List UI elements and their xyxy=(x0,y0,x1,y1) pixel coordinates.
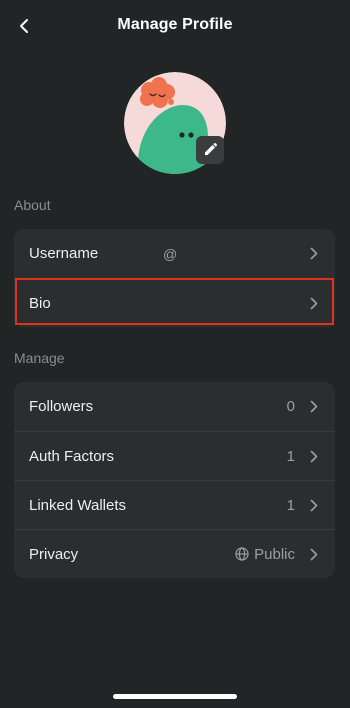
row-label: Bio xyxy=(29,294,51,312)
chevron-right-icon xyxy=(309,296,319,310)
home-indicator xyxy=(113,694,237,699)
username-value: @ xyxy=(163,245,178,262)
row-value xyxy=(300,247,319,261)
manage-card: Followers 0 Auth Factors 1 Linked Wallet… xyxy=(14,382,335,578)
row-value: 1 xyxy=(287,497,319,514)
followers-count: 0 xyxy=(286,398,295,415)
row-value xyxy=(300,296,319,310)
row-privacy[interactable]: Privacy Public xyxy=(14,529,335,578)
chevron-right-icon xyxy=(309,400,319,414)
row-username[interactable]: Username @ xyxy=(14,229,335,278)
chevron-right-icon xyxy=(309,247,319,261)
row-label: Username xyxy=(29,245,99,262)
row-linked-wallets[interactable]: Linked Wallets 1 xyxy=(14,480,335,529)
header-bar: Manage Profile xyxy=(0,0,350,52)
pencil-icon xyxy=(205,143,217,155)
globe-icon xyxy=(235,547,249,561)
row-followers[interactable]: Followers 0 xyxy=(14,382,335,431)
privacy-value: Public xyxy=(254,545,295,563)
row-label: Followers xyxy=(29,398,94,415)
row-value: 1 xyxy=(287,448,319,465)
row-label: Auth Factors xyxy=(29,447,115,465)
section-label-manage: Manage xyxy=(14,350,65,366)
page-title: Manage Profile xyxy=(117,16,233,33)
chevron-right-icon xyxy=(309,449,319,463)
linked-wallets-count: 1 xyxy=(286,496,295,514)
auth-factors-count: 1 xyxy=(286,447,295,465)
chevron-right-icon xyxy=(309,547,319,561)
row-label: Privacy xyxy=(29,545,79,563)
row-value: 0 xyxy=(287,398,319,415)
row-label: Linked Wallets xyxy=(29,496,126,514)
about-card: Username @ Bio xyxy=(14,229,335,327)
row-bio[interactable]: Bio xyxy=(14,278,335,327)
edit-avatar-button[interactable] xyxy=(196,136,224,164)
row-value: Public xyxy=(235,546,319,563)
section-label-about: About xyxy=(14,197,51,213)
chevron-right-icon xyxy=(309,498,319,512)
profile-avatar-container xyxy=(124,72,226,174)
row-auth-factors[interactable]: Auth Factors 1 xyxy=(14,431,335,480)
